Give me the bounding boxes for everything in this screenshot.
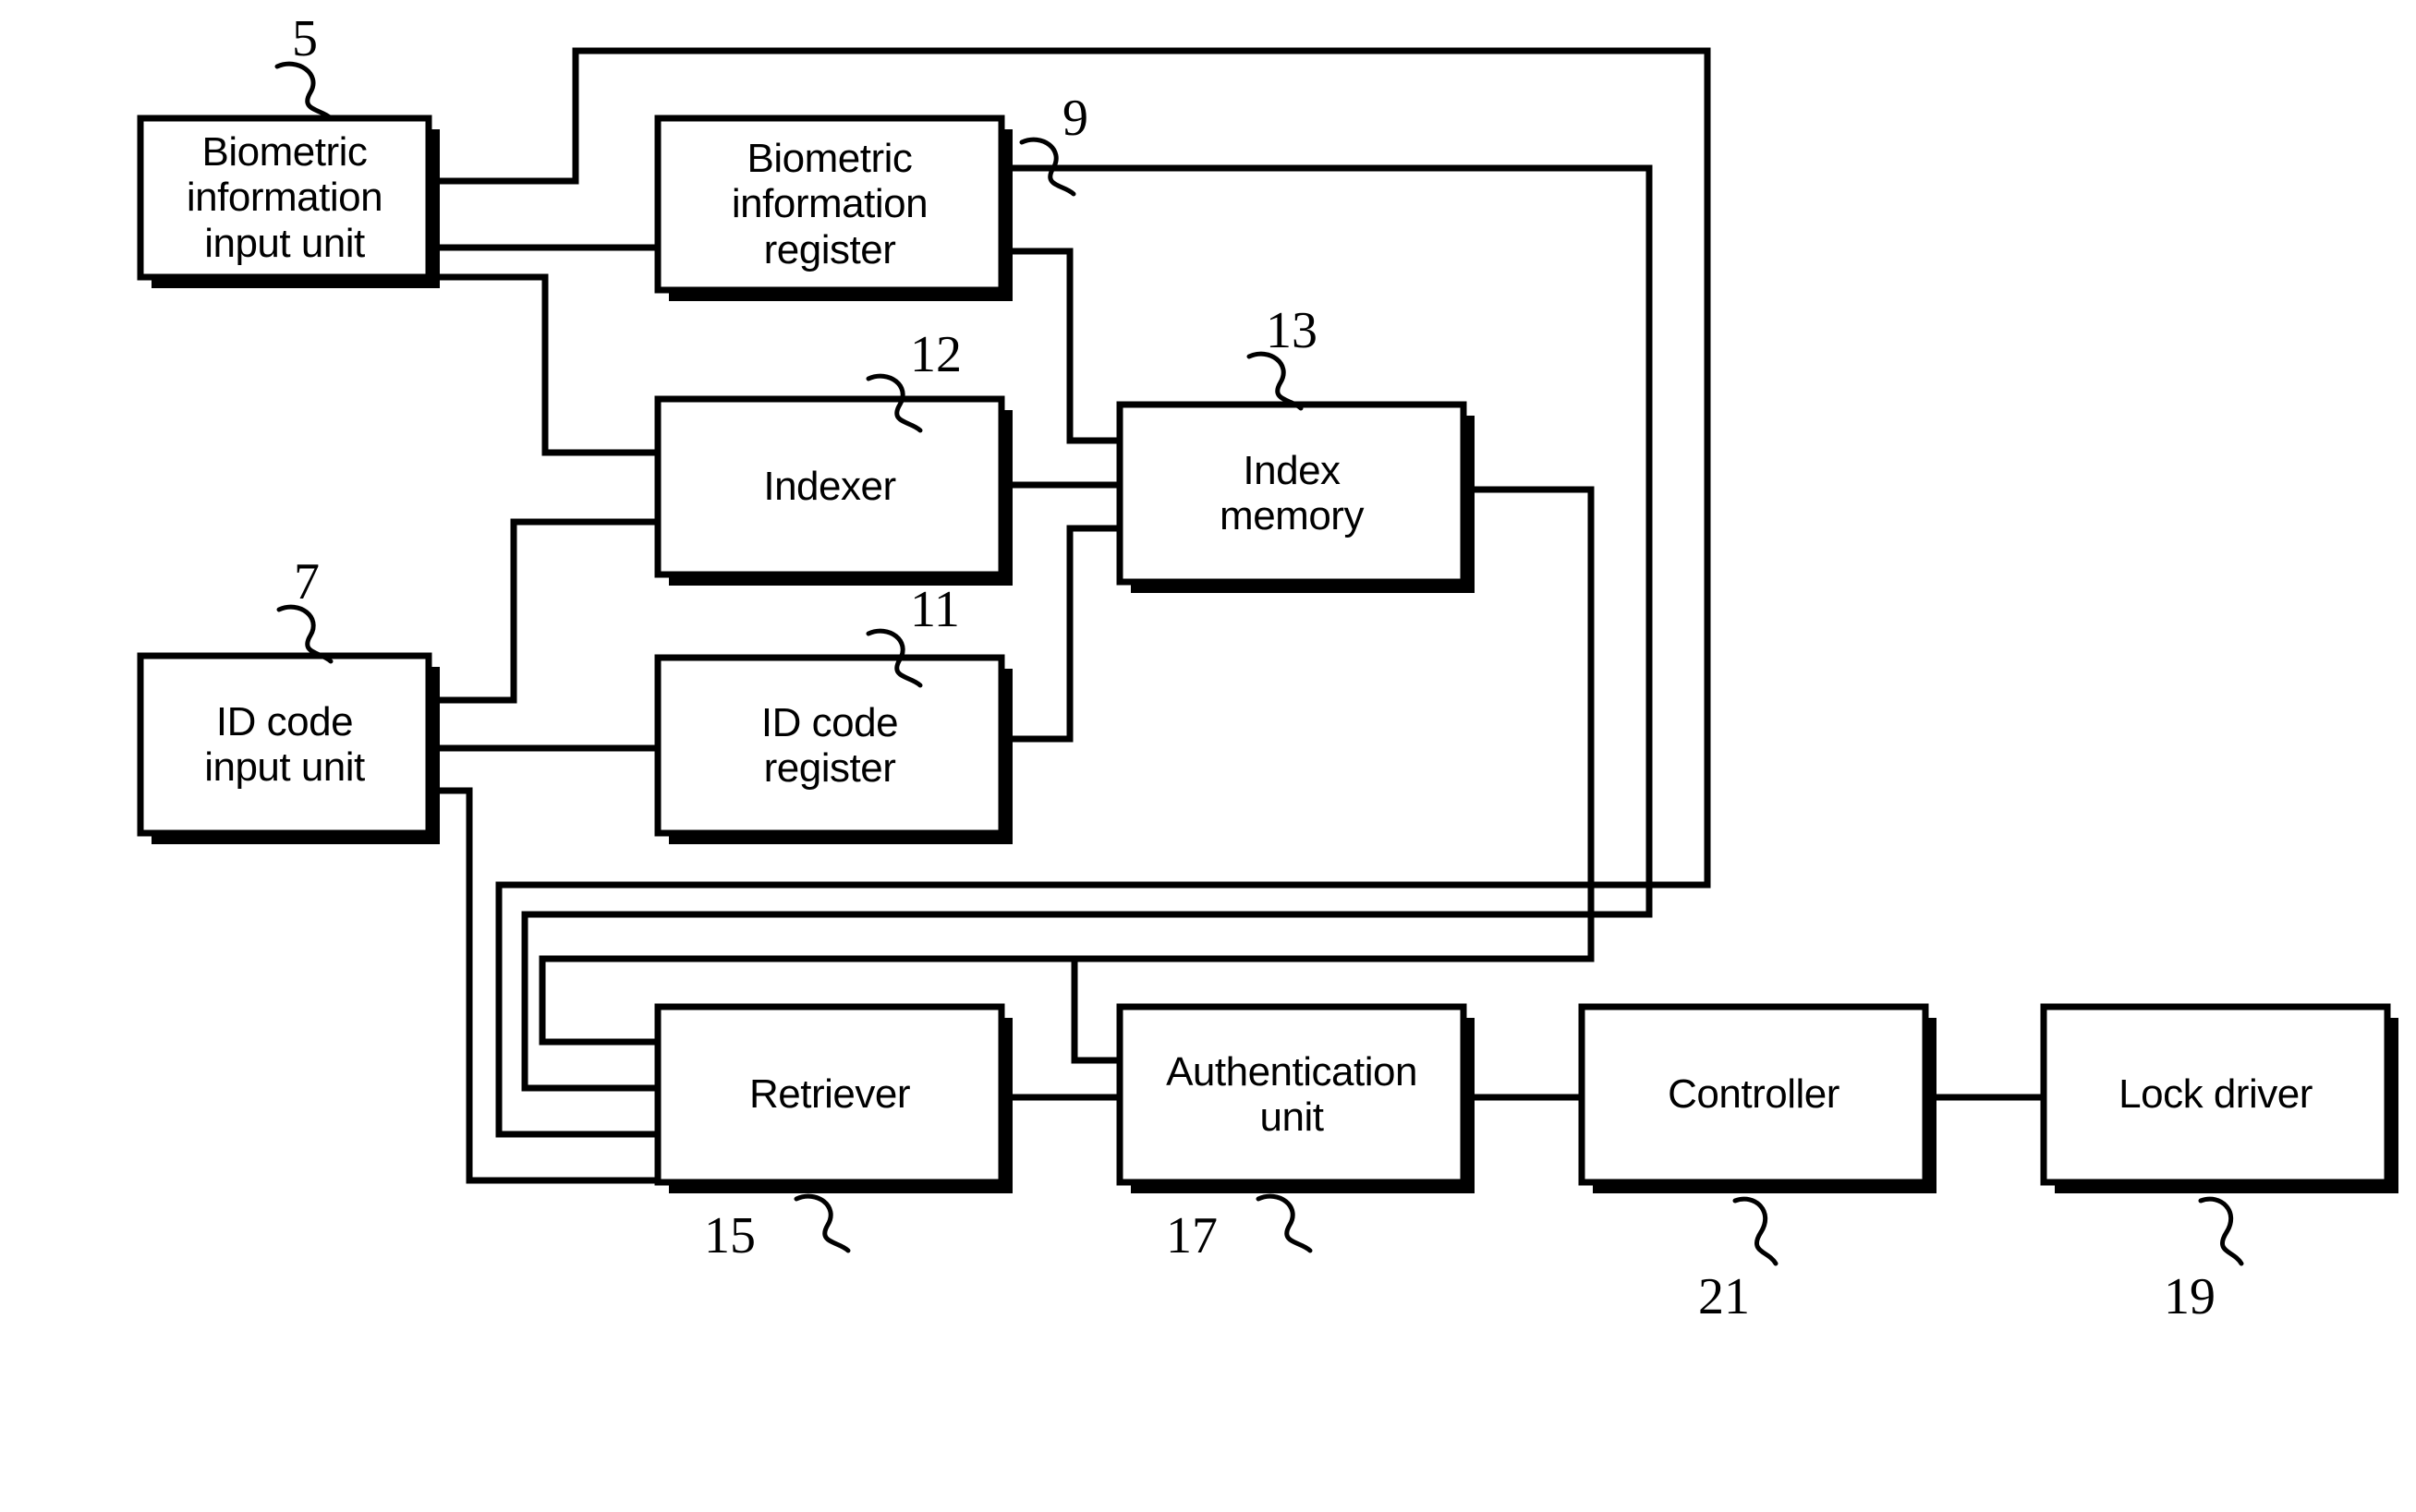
reference-numeral-9: 9 [1062, 90, 1088, 147]
leader-19 [2198, 1196, 2244, 1266]
reference-numeral-7: 7 [294, 553, 320, 611]
reference-numeral-21: 21 [1698, 1268, 1750, 1325]
reference-numeral-19: 19 [2164, 1268, 2216, 1325]
reference-numeral-12: 12 [910, 326, 962, 383]
leader-21 [1732, 1196, 1779, 1266]
leader-5 [274, 61, 334, 121]
leader-15 [794, 1193, 851, 1253]
reference-numeral-11: 11 [910, 581, 960, 638]
leader-7 [276, 604, 334, 664]
figure-canvas: Biometric information input unit Biometr… [0, 0, 2416, 1512]
leader-17 [1256, 1193, 1313, 1253]
reference-numeral-5: 5 [292, 10, 318, 67]
reference-numeral-13: 13 [1266, 302, 1317, 359]
reference-numeral-17: 17 [1166, 1207, 1218, 1264]
reference-leaders [274, 61, 2244, 1266]
reference-numeral-15: 15 [704, 1207, 756, 1264]
leader-13 [1246, 351, 1304, 411]
